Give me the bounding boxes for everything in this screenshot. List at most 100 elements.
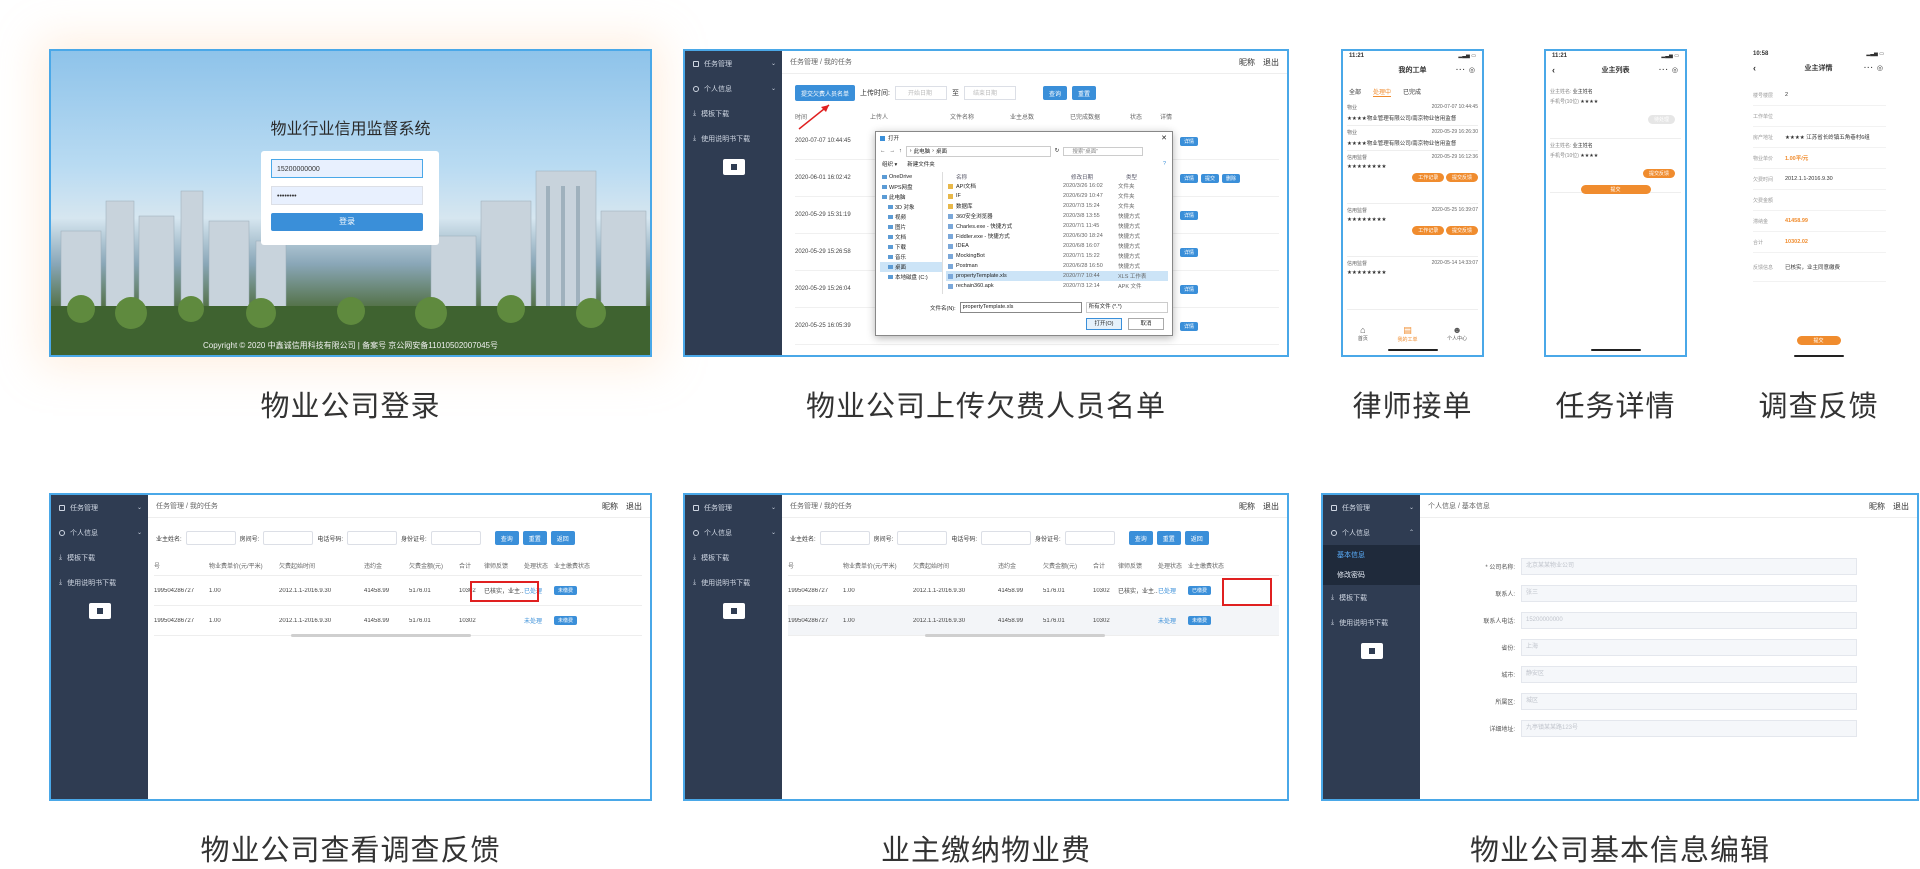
- row-action-button[interactable]: 详情: [1180, 210, 1199, 220]
- sidebar-item-tasks[interactable]: 任务管理 ⌄: [51, 495, 148, 520]
- dialog-file-row[interactable]: API文档 2020/3/26 16:02 文件夹: [946, 181, 1168, 191]
- dialog-nav-item[interactable]: OneDrive: [880, 172, 942, 182]
- id-card-input[interactable]: [1064, 531, 1115, 545]
- sidebar-item-tasks[interactable]: 任务管理 ⌄: [685, 51, 782, 76]
- room-number-input[interactable]: [897, 531, 948, 545]
- sidebar-item-manual[interactable]: ⤓ 使用说明书下载: [685, 570, 782, 595]
- dialog-file-row[interactable]: propertyTemplate.xls 2020/7/7 10:44 XLS …: [946, 271, 1168, 281]
- sidebar-item-template[interactable]: ⤓ 模板下载: [51, 545, 148, 570]
- room-number-input[interactable]: [263, 531, 314, 545]
- row-action-button[interactable]: 详情: [1180, 136, 1199, 146]
- pay-status-button[interactable]: 未缴费: [554, 586, 578, 595]
- sidebar-item-template[interactable]: ⤓ 模板下载: [685, 101, 782, 126]
- dialog-file-row[interactable]: MockingBot 2020/7/1 15:22 快捷方式: [946, 251, 1168, 261]
- return-button[interactable]: 返回: [550, 531, 575, 545]
- dialog-file-row[interactable]: Fiddler.exe - 快捷方式 2020/6/30 18:24 快捷方式: [946, 231, 1168, 241]
- task-action-button[interactable]: 待处理: [1647, 115, 1675, 124]
- dialog-file-row[interactable]: Postman 2020/6/28 16:50 快捷方式: [946, 261, 1168, 271]
- submit-button[interactable]: 提交: [1796, 336, 1841, 345]
- help-icon[interactable]: ?: [1163, 161, 1166, 167]
- logout-link[interactable]: 退出: [1263, 57, 1279, 68]
- phone-input[interactable]: 15200000000: [271, 159, 423, 178]
- return-button[interactable]: 返回: [1184, 531, 1209, 545]
- list-item[interactable]: 业主姓名: 业主姓名 手机号(10位) ★★★★ 待处理: [1550, 85, 1681, 139]
- row-action-button[interactable]: 详情: [1180, 173, 1199, 183]
- list-item[interactable]: 信用监督 2020-05-14 14:33:07 ★★★★★★★★: [1347, 257, 1478, 310]
- dialog-nav-item[interactable]: 音乐: [880, 252, 942, 262]
- reset-button[interactable]: 重置: [522, 531, 547, 545]
- tab-processing[interactable]: 处理中: [1373, 87, 1392, 97]
- more-icon[interactable]: ··· ◎: [1456, 66, 1476, 74]
- back-icon[interactable]: ‹: [1753, 63, 1756, 73]
- dialog-file-row[interactable]: 数据库 2020/7/3 15:24 文件夹: [946, 201, 1168, 211]
- dialog-nav-item[interactable]: 文档: [880, 232, 942, 242]
- dialog-nav-item[interactable]: 本地磁盘 (C:): [880, 272, 942, 282]
- tab-done[interactable]: 已完成: [1403, 87, 1421, 97]
- scrollbar[interactable]: [291, 634, 471, 637]
- pay-status-button[interactable]: 已缴费: [1188, 586, 1212, 595]
- form-input[interactable]: 九亭镇某某路123号: [1521, 720, 1857, 737]
- form-input[interactable]: 张三: [1521, 585, 1857, 602]
- logout-link[interactable]: 退出: [1263, 501, 1279, 512]
- filetype-select[interactable]: 所有文件 (*.*): [1085, 302, 1168, 313]
- submit-feedback-button[interactable]: 提交反馈: [1445, 226, 1478, 235]
- sidebar-item-profile[interactable]: 个人信息 ⌃: [1323, 520, 1420, 545]
- row-action-button[interactable]: 提交: [1201, 173, 1220, 183]
- list-item[interactable]: 信用监督 2020-05-29 16:12:36 ★★★★★★★★ 工作记录 提交反…: [1347, 151, 1478, 204]
- dialog-nav-item[interactable]: WPS网盘: [880, 182, 942, 192]
- forward-icon[interactable]: →: [890, 148, 896, 154]
- sidebar-item-manual[interactable]: ⤓ 使用说明书下载: [685, 126, 782, 151]
- task-action-button[interactable]: 提交反馈: [1642, 169, 1675, 178]
- cancel-button[interactable]: 取消: [1128, 318, 1164, 330]
- dialog-nav-item[interactable]: 图片: [880, 222, 942, 232]
- row-action-button[interactable]: 删除: [1222, 173, 1241, 183]
- form-input[interactable]: 城区: [1521, 693, 1857, 710]
- sidebar-item-template[interactable]: ⤓ 模板下载: [1323, 585, 1420, 610]
- logout-link[interactable]: 退出: [1893, 501, 1909, 512]
- nav-orders[interactable]: ▤ 我的工单: [1397, 325, 1417, 343]
- query-button[interactable]: 查询: [1042, 86, 1067, 100]
- phone-input[interactable]: [981, 531, 1032, 545]
- dialog-nav-item[interactable]: 此电脑: [880, 192, 942, 202]
- filename-input[interactable]: propertyTemplate.xls: [959, 302, 1082, 313]
- logout-link[interactable]: 退出: [626, 501, 642, 512]
- organize-menu[interactable]: 组织 ▾: [882, 160, 897, 168]
- more-icon[interactable]: ··· ◎: [1659, 66, 1679, 74]
- form-input[interactable]: 15200000000: [1521, 612, 1857, 629]
- back-icon[interactable]: ‹: [1552, 65, 1555, 75]
- row-action-button[interactable]: 详情: [1180, 247, 1199, 257]
- nav-home[interactable]: ⌂ 首页: [1358, 325, 1368, 343]
- sidebar-item-tasks[interactable]: 任务管理 ⌄: [685, 495, 782, 520]
- password-input[interactable]: ••••••••: [271, 186, 423, 205]
- refresh-icon[interactable]: ↻: [1055, 148, 1060, 154]
- phone-input[interactable]: [347, 531, 398, 545]
- start-date-input[interactable]: 开始日期: [894, 86, 947, 100]
- open-button[interactable]: 打开(O): [1086, 318, 1122, 330]
- form-input[interactable]: 静安区: [1521, 666, 1857, 683]
- dialog-nav-item[interactable]: 3D 对象: [880, 202, 942, 212]
- owner-name-input[interactable]: [185, 531, 236, 545]
- sidebar-item-tasks[interactable]: 任务管理 ⌄: [1323, 495, 1420, 520]
- dialog-file-row[interactable]: 360安全浏览器 2020/3/8 13:55 快捷方式: [946, 211, 1168, 221]
- login-button[interactable]: 登录: [271, 213, 423, 231]
- end-date-input[interactable]: 结束日期: [963, 86, 1016, 100]
- submit-feedback-button[interactable]: 提交反馈: [1445, 173, 1478, 182]
- sidebar-item-profile[interactable]: 个人信息 ⌄: [685, 520, 782, 545]
- submenu-change-password[interactable]: 修改密码: [1323, 565, 1420, 585]
- sidebar-item-manual[interactable]: ⤓ 使用说明书下载: [1323, 610, 1420, 635]
- upload-list-button[interactable]: 提交欠费人员名单: [795, 85, 856, 101]
- dialog-file-row[interactable]: IF 2020/6/29 10:47 文件夹: [946, 191, 1168, 201]
- dialog-file-row[interactable]: IDEA 2020/6/8 16:07 快捷方式: [946, 241, 1168, 251]
- scrollbar[interactable]: [925, 634, 1105, 637]
- more-icon[interactable]: ··· ◎: [1864, 64, 1884, 72]
- reset-button[interactable]: 重置: [1156, 531, 1181, 545]
- pay-status-button[interactable]: 未缴费: [554, 616, 578, 625]
- dialog-file-row[interactable]: Charles.exe - 快捷方式 2020/7/1 11:45 快捷方式: [946, 221, 1168, 231]
- reset-button[interactable]: 重置: [1071, 86, 1096, 100]
- sidebar-item-manual[interactable]: ⤓ 使用说明书下载: [51, 570, 148, 595]
- submenu-basic-info[interactable]: 基本信息: [1323, 545, 1420, 565]
- sidebar-item-profile[interactable]: 个人信息 ⌄: [51, 520, 148, 545]
- new-folder-button[interactable]: 新建文件夹: [907, 160, 935, 168]
- nav-profile[interactable]: ☻ 个人中心: [1447, 325, 1467, 343]
- row-action-button[interactable]: 详情: [1180, 321, 1199, 331]
